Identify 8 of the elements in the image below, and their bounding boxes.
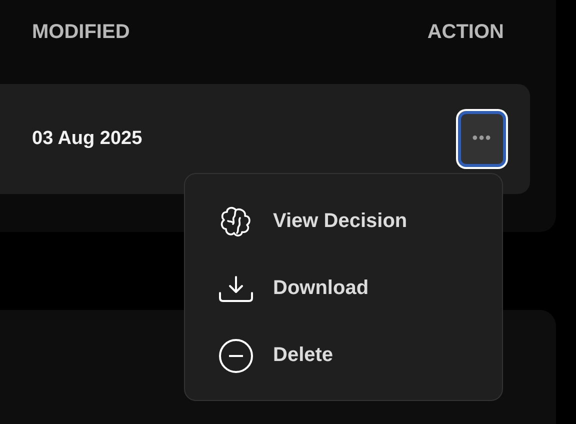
modified-date: 03 Aug 2025	[32, 128, 142, 150]
menu-item[interactable]: Download	[218, 255, 502, 322]
more-button[interactable]: •••	[458, 111, 506, 167]
menu-item[interactable]: Delete	[218, 322, 502, 389]
column-header: ACTION	[427, 20, 504, 44]
column-header: MODIFIED	[32, 20, 130, 44]
menu-item[interactable]: View Decision	[218, 188, 502, 255]
minus-circle-icon	[218, 338, 254, 374]
